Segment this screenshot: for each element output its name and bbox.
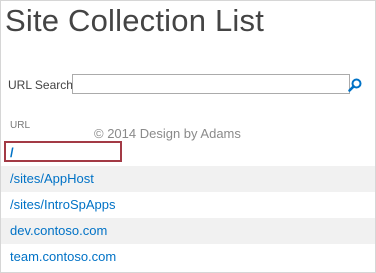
table-row: /sites/IntroSpApps xyxy=(1,192,375,218)
page-frame: Site Collection List URL Search URL © 20… xyxy=(0,0,376,273)
site-link-introspapps[interactable]: /sites/IntroSpApps xyxy=(10,197,116,212)
site-link-root[interactable]: / xyxy=(10,145,14,160)
site-link-team[interactable]: team.contoso.com xyxy=(10,249,116,264)
table-row: dev.contoso.com xyxy=(1,218,375,244)
page-title: Site Collection List xyxy=(5,3,265,38)
site-collection-table: / /sites/AppHost /sites/IntroSpApps dev.… xyxy=(1,140,375,270)
table-row: team.contoso.com xyxy=(1,244,375,270)
table-row: / xyxy=(1,140,375,166)
url-column-header: URL xyxy=(10,120,31,131)
url-search-input[interactable] xyxy=(72,74,350,94)
site-link-apphost[interactable]: /sites/AppHost xyxy=(10,171,94,186)
table-row: /sites/AppHost xyxy=(1,166,375,192)
url-search-label: URL Search xyxy=(8,78,73,92)
watermark: © 2014 Design by Adams xyxy=(94,126,241,141)
site-link-dev[interactable]: dev.contoso.com xyxy=(10,223,107,238)
search-icon[interactable] xyxy=(347,77,363,93)
